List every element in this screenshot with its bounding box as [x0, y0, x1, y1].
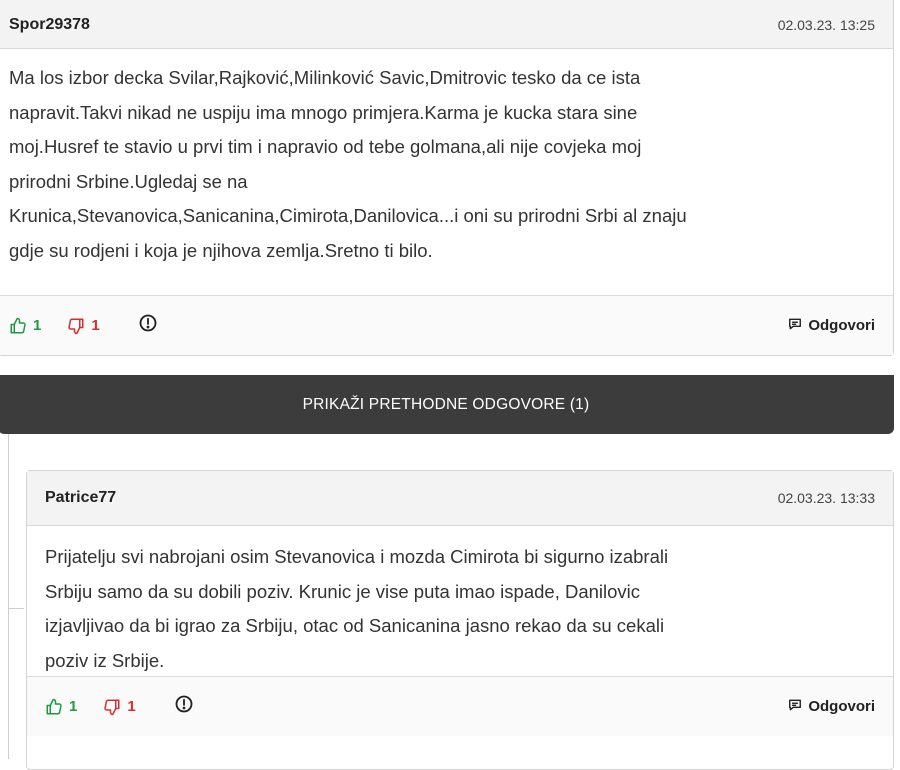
comment-card: Spor29378 02.03.23. 13:25 Ma los izbor d…: [0, 0, 894, 356]
dislike-button[interactable]: 1: [67, 317, 100, 335]
comment-text-line: Srbiju samo da su dobili poziv. Krunic j…: [45, 580, 641, 602]
comment-text-line: gdje su rodjeni i koja je njihova zemlja…: [9, 239, 433, 261]
like-count: 1: [33, 317, 42, 334]
comment-body: Prijatelju svi nabrojani osim Stevanovic…: [27, 526, 893, 676]
thumbs-up-icon: [45, 698, 63, 716]
dislike-count: 1: [127, 698, 136, 715]
report-button[interactable]: [174, 694, 194, 719]
thumbs-down-icon: [67, 317, 85, 335]
thumbs-up-icon: [9, 317, 27, 335]
exclamation-circle-icon: [174, 694, 194, 719]
comment-text-line: Prijatelju svi nabrojani osim Stevanovic…: [45, 546, 669, 567]
show-previous-replies-button[interactable]: PRIKAŽI PRETHODNE ODGOVORE (1): [0, 375, 894, 434]
comment-text-line: Krunica,Stevanovica,Sanicanina,Cimirota,…: [9, 205, 687, 226]
reply-label: Odgovori: [808, 317, 875, 334]
comment-text-line: Ma los izbor decka Svilar,Rajković,Milin…: [9, 67, 641, 88]
comment-actions: 1 1 Odgovori: [0, 295, 893, 355]
comment-header: Patrice77 02.03.23. 13:33: [27, 471, 893, 526]
like-button[interactable]: 1: [9, 317, 41, 335]
comment-text-line: prirodni Srbine.Ugledaj se na: [9, 170, 248, 192]
comment-text-line: izjavljivao da bi igrao za Srbiju, otac …: [45, 615, 665, 636]
like-button[interactable]: 1: [45, 698, 77, 716]
thumbs-down-icon: [103, 698, 121, 716]
comment-header: Spor29378 02.03.23. 13:25: [0, 0, 893, 49]
comment-timestamp: 02.03.23. 13:25: [777, 16, 875, 33]
reply-button[interactable]: Odgovori: [788, 698, 875, 716]
speech-bubble-icon: [788, 317, 808, 335]
comment-text-line: moj.Husref te stavio u prvi tim i naprav…: [9, 136, 642, 157]
dislike-count: 1: [91, 317, 100, 334]
comment-username[interactable]: Spor29378: [9, 16, 90, 34]
report-button[interactable]: [138, 313, 158, 338]
thread-connector: [8, 609, 9, 759]
reply-button[interactable]: Odgovori: [788, 317, 875, 335]
comment-timestamp: 02.03.23. 13:33: [777, 490, 875, 506]
speech-bubble-icon: [788, 698, 808, 716]
show-previous-replies-label: PRIKAŽI PRETHODNE ODGOVORE (1): [302, 395, 590, 413]
dislike-button[interactable]: 1: [103, 698, 136, 716]
comment-username[interactable]: Patrice77: [45, 489, 116, 507]
reply-label: Odgovori: [808, 698, 875, 715]
comment-actions: 1 1 Odgovori: [27, 676, 893, 736]
thread-connector: [8, 434, 24, 609]
comment-body: Ma los izbor decka Svilar,Rajković,Milin…: [0, 49, 893, 295]
comment-text-line: poziv iz Srbije.: [45, 649, 165, 671]
like-count: 1: [69, 698, 78, 715]
reply-comment-card: Patrice77 02.03.23. 13:33 Prijatelju svi…: [26, 470, 894, 770]
comment-text-line: napravit.Takvi nikad ne uspiju ima mnogo…: [9, 101, 638, 123]
exclamation-circle-icon: [138, 313, 158, 338]
